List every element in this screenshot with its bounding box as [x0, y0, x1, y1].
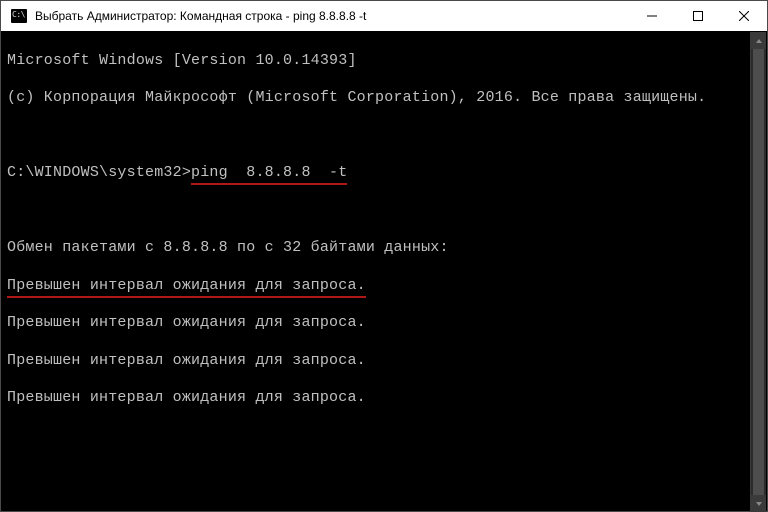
close-icon	[739, 11, 749, 21]
banner-version: Microsoft Windows [Version 10.0.14393]	[7, 52, 761, 71]
cmd-window: Выбрать Администратор: Командная строка …	[0, 0, 768, 512]
title-main: Администратор: Командная строка - ping 8…	[87, 9, 367, 23]
window-controls	[629, 1, 767, 31]
vertical-scrollbar[interactable]	[750, 32, 766, 512]
banner-copyright: (c) Корпорация Майкрософт (Microsoft Cor…	[7, 89, 761, 108]
window-title: Выбрать Администратор: Командная строка …	[35, 9, 629, 23]
minimize-button[interactable]	[629, 1, 675, 31]
chevron-down-icon	[755, 500, 763, 508]
app-icon	[9, 6, 29, 26]
terminal-output[interactable]: Microsoft Windows [Version 10.0.14393] (…	[1, 31, 767, 511]
timeout-line-1: Превышен интервал ожидания для запроса.	[7, 277, 761, 296]
scroll-thumb[interactable]	[753, 49, 764, 495]
scroll-down-button[interactable]	[751, 495, 766, 512]
maximize-icon	[693, 11, 703, 21]
scroll-up-button[interactable]	[751, 32, 766, 49]
ping-header: Обмен пакетами с 8.8.8.8 по с 32 байтами…	[7, 239, 761, 258]
typed-command: ping 8.8.8.8 -t	[191, 164, 347, 183]
titlebar[interactable]: Выбрать Администратор: Командная строка …	[1, 1, 767, 31]
timeout-line-4: Превышен интервал ожидания для запроса.	[7, 389, 761, 408]
cmd-icon	[11, 9, 27, 23]
timeout-line-2: Превышен интервал ожидания для запроса.	[7, 314, 761, 333]
close-button[interactable]	[721, 1, 767, 31]
timeout-line-3: Превышен интервал ожидания для запроса.	[7, 352, 761, 371]
chevron-up-icon	[755, 37, 763, 45]
prompt-line: C:\WINDOWS\system32>ping 8.8.8.8 -t	[7, 164, 761, 183]
maximize-button[interactable]	[675, 1, 721, 31]
title-select-prefix: Выбрать	[35, 9, 83, 23]
minimize-icon	[647, 11, 657, 21]
scroll-track[interactable]	[751, 49, 766, 495]
prompt-path: C:\WINDOWS\system32>	[7, 164, 191, 181]
